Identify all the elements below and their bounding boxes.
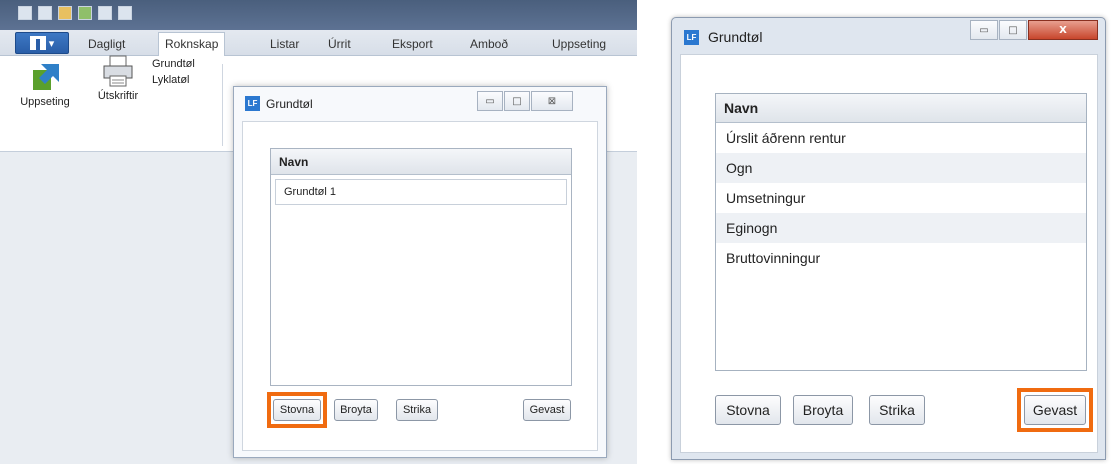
column-header-navn[interactable]: Navn [271, 149, 571, 175]
tab-roknskap[interactable]: Roknskap [158, 32, 226, 57]
ribbon-tab-bar: ▾ Dagligt Roknskap Listar Úrrit Eksport … [0, 30, 637, 57]
dialog-title: Grundtøl [708, 29, 763, 45]
dropdown-arrow-icon: ▾ [48, 36, 55, 50]
broyta-button[interactable]: Broyta [334, 399, 378, 421]
lf-app-icon: LF [245, 96, 260, 111]
dialog-content: Navn Úrslit áðrenn rentur Ogn Umsetningu… [680, 54, 1098, 453]
table-row[interactable]: Grundtøl 1 [275, 179, 567, 205]
minimize-icon[interactable]: ▭ [477, 91, 503, 111]
qat-icon[interactable] [58, 6, 72, 20]
highlight-frame [267, 392, 327, 428]
tab-eksport[interactable]: Eksport [392, 33, 433, 56]
strika-button[interactable]: Strika [396, 399, 438, 421]
table-row[interactable]: Úrslit áðrenn rentur [716, 123, 1086, 153]
tab-dagligt[interactable]: Dagligt [88, 33, 125, 56]
grundtol-menu-item[interactable]: Grundtøl [152, 58, 195, 70]
maximize-icon[interactable]: □ [999, 20, 1027, 40]
dialog-titlebar[interactable]: LF Grundtøl ▭ □ X [672, 18, 1105, 54]
quick-access-toolbar [0, 0, 637, 30]
grundtol-dialog-right: LF Grundtøl ▭ □ X Navn Úrslit áðrenn ren… [671, 17, 1106, 460]
dialog-titlebar[interactable]: LF Grundtøl ▭ □ ⊠ [234, 87, 606, 119]
app-menu-button[interactable]: ▾ [15, 32, 69, 54]
gevast-button[interactable]: Gevast [523, 399, 571, 421]
names-grid: Navn Grundtøl 1 [270, 148, 572, 386]
qat-icon[interactable] [118, 6, 132, 20]
app-logo-icon [29, 36, 46, 50]
stovna-button[interactable]: Stovna [715, 395, 781, 425]
tab-listar[interactable]: Listar [270, 33, 299, 56]
table-row[interactable]: Ogn [716, 153, 1086, 183]
grundtol-dialog-left: LF Grundtøl ▭ □ ⊠ Navn Grundtøl 1 Stovna… [233, 86, 607, 458]
utskriftir-button[interactable]: Útskriftir [88, 54, 148, 102]
lf-app-icon: LF [684, 30, 699, 45]
column-header-navn[interactable]: Navn [716, 94, 1086, 123]
uppseting-button[interactable]: Uppseting [6, 60, 84, 108]
minimize-icon[interactable]: ▭ [970, 20, 998, 40]
tab-ambod[interactable]: Amboð [470, 33, 508, 56]
close-icon[interactable]: X [1028, 20, 1098, 40]
maximize-icon[interactable]: □ [504, 91, 530, 111]
settings-arrow-icon [33, 64, 59, 90]
qat-icon[interactable] [98, 6, 112, 20]
strika-button[interactable]: Strika [869, 395, 925, 425]
tab-urrit[interactable]: Úrrit [328, 33, 351, 56]
highlight-frame [1017, 388, 1093, 432]
table-row[interactable]: Bruttovinningur [716, 243, 1086, 273]
broyta-button[interactable]: Broyta [793, 395, 853, 425]
printer-icon [103, 55, 133, 87]
table-row[interactable]: Umsetningur [716, 183, 1086, 213]
uppseting-label: Uppseting [20, 96, 70, 108]
qat-icon[interactable] [38, 6, 52, 20]
dialog-content: Navn Grundtøl 1 Stovna Broyta Strika Gev… [242, 121, 598, 451]
close-icon[interactable]: ⊠ [531, 91, 573, 111]
qat-icon[interactable] [78, 6, 92, 20]
utskriftir-label: Útskriftir [97, 90, 139, 102]
ribbon-separator [222, 64, 223, 146]
table-row[interactable]: Eginogn [716, 213, 1086, 243]
tab-uppseting[interactable]: Uppseting [552, 33, 606, 56]
qat-icon[interactable] [18, 6, 32, 20]
lyklatol-menu-item[interactable]: Lyklatøl [152, 74, 190, 86]
names-grid: Navn Úrslit áðrenn rentur Ogn Umsetningu… [715, 93, 1087, 371]
left-app-screenshot: ▾ Dagligt Roknskap Listar Úrrit Eksport … [0, 0, 637, 464]
dialog-title: Grundtøl [266, 97, 313, 111]
